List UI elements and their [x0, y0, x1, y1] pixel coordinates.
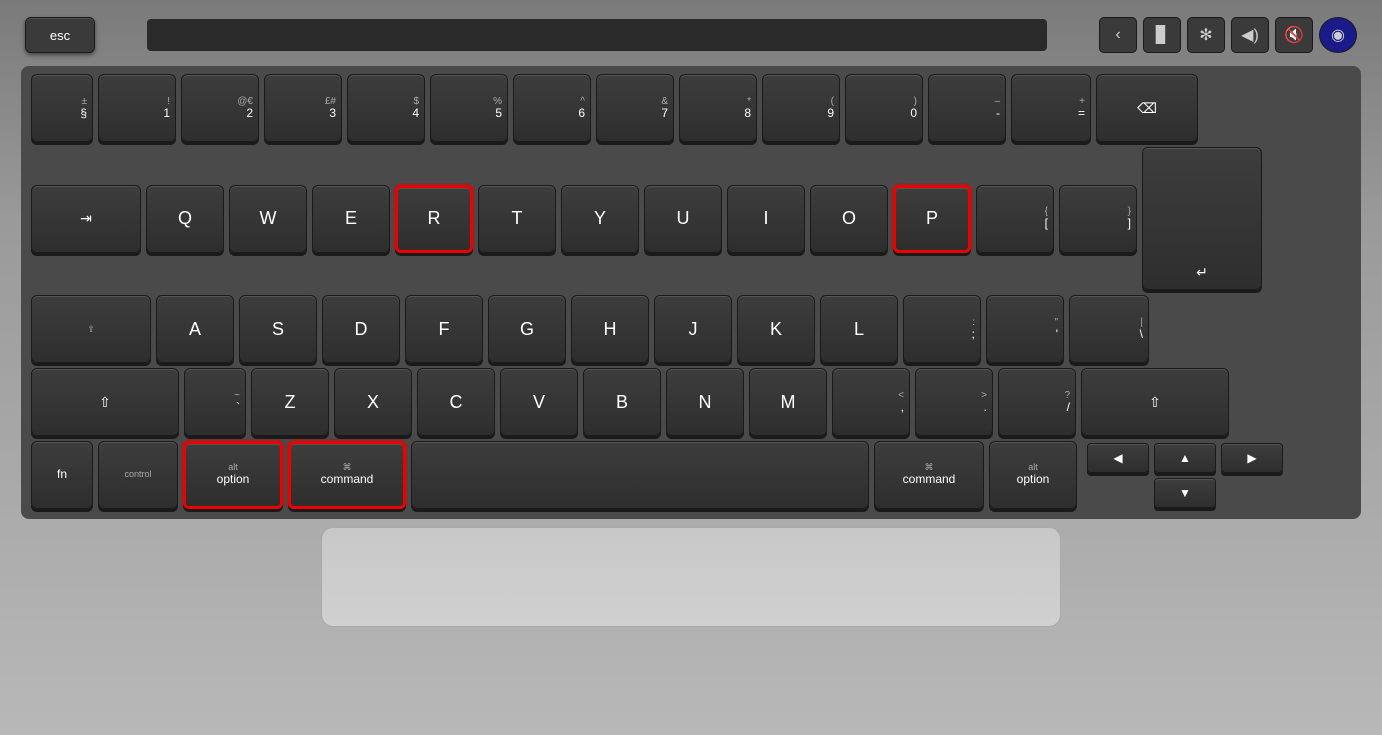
key-command-right[interactable]: ⌘ command	[874, 441, 984, 509]
key-shift-left[interactable]: ⇧	[31, 368, 179, 436]
key-a[interactable]: A	[156, 295, 234, 363]
key-n[interactable]: N	[666, 368, 744, 436]
key-minus[interactable]: – -	[928, 74, 1006, 142]
key-2[interactable]: @€ 2	[181, 74, 259, 142]
key-g[interactable]: G	[488, 295, 566, 363]
touch-bar-row: esc ‹ ▊ ✻ ◀) 🔇 ◉	[21, 10, 1361, 60]
key-f[interactable]: F	[405, 295, 483, 363]
key-j[interactable]: J	[654, 295, 732, 363]
tb-icon-siri[interactable]: ◉	[1319, 17, 1357, 53]
asdf-row: ⇪ A S D F G H J K	[31, 295, 1351, 363]
key-fn[interactable]: fn	[31, 441, 93, 509]
touch-bar-right: ‹ ▊ ✻ ◀) 🔇 ◉	[1099, 17, 1357, 53]
key-3[interactable]: £# 3	[264, 74, 342, 142]
key-7[interactable]: & 7	[596, 74, 674, 142]
key-0[interactable]: ) 0	[845, 74, 923, 142]
key-s[interactable]: S	[239, 295, 317, 363]
key-d[interactable]: D	[322, 295, 400, 363]
key-c[interactable]: C	[417, 368, 495, 436]
key-semicolon[interactable]: : ;	[903, 295, 981, 363]
key-tilde[interactable]: ± §	[31, 74, 93, 142]
key-bracket-right[interactable]: } ]	[1059, 185, 1137, 253]
key-w[interactable]: W	[229, 185, 307, 253]
key-t[interactable]: T	[478, 185, 556, 253]
keyboard-body: ± § ! 1 @€ 2 £# 3 $ 4 % 5	[21, 66, 1361, 519]
key-arrow-up[interactable]: ▲	[1154, 443, 1216, 473]
key-backslash[interactable]: | \	[1069, 295, 1149, 363]
esc-key[interactable]: esc	[25, 17, 95, 53]
tb-icon-volume[interactable]: ◀)	[1231, 17, 1269, 53]
key-4[interactable]: $ 4	[347, 74, 425, 142]
key-shift-right[interactable]: ⇧	[1081, 368, 1229, 436]
key-space[interactable]	[411, 441, 869, 509]
key-tab[interactable]: ⇥	[31, 185, 141, 253]
key-quote[interactable]: " '	[986, 295, 1064, 363]
key-6[interactable]: ^ 6	[513, 74, 591, 142]
key-h[interactable]: H	[571, 295, 649, 363]
key-r[interactable]: R	[395, 185, 473, 253]
key-command-left[interactable]: ⌘ command	[288, 441, 406, 509]
key-i[interactable]: I	[727, 185, 805, 253]
touch-bar-left: esc	[25, 17, 95, 53]
key-y[interactable]: Y	[561, 185, 639, 253]
key-m[interactable]: M	[749, 368, 827, 436]
touch-bar-strip	[147, 19, 1047, 51]
number-row: ± § ! 1 @€ 2 £# 3 $ 4 % 5	[31, 74, 1351, 142]
tb-icon-media[interactable]: ▊	[1143, 17, 1181, 53]
key-z[interactable]: Z	[251, 368, 329, 436]
key-v[interactable]: V	[500, 368, 578, 436]
key-arrow-right[interactable]: ▶	[1221, 443, 1283, 473]
zxcv-row: ⇧ ~ ` Z X C V B N	[31, 368, 1351, 436]
qwerty-row: ⇥ Q W E R T Y U I	[31, 147, 1351, 290]
key-equals[interactable]: + =	[1011, 74, 1091, 142]
key-arrow-down[interactable]: ▼	[1154, 478, 1216, 508]
trackpad[interactable]	[321, 527, 1061, 627]
key-l[interactable]: L	[820, 295, 898, 363]
key-9[interactable]: ( 9	[762, 74, 840, 142]
key-option-right[interactable]: alt option	[989, 441, 1077, 509]
key-p[interactable]: P	[893, 185, 971, 253]
key-k[interactable]: K	[737, 295, 815, 363]
arrow-cluster: ◀ ▲ ▶ ▼	[1087, 443, 1283, 508]
key-comma[interactable]: < ,	[832, 368, 910, 436]
key-o[interactable]: O	[810, 185, 888, 253]
key-capslock[interactable]: ⇪	[31, 295, 151, 363]
key-tilde2[interactable]: ~ `	[184, 368, 246, 436]
keyboard-wrap: esc ‹ ▊ ✻ ◀) 🔇 ◉ ± § ! 1 @€ 2	[0, 0, 1382, 735]
key-8[interactable]: * 8	[679, 74, 757, 142]
key-slash[interactable]: ? /	[998, 368, 1076, 436]
key-bracket-left[interactable]: { [	[976, 185, 1054, 253]
tb-icon-mute[interactable]: 🔇	[1275, 17, 1313, 53]
key-u[interactable]: U	[644, 185, 722, 253]
key-b[interactable]: B	[583, 368, 661, 436]
key-1[interactable]: ! 1	[98, 74, 176, 142]
bottom-row: fn control alt option ⌘ command ⌘ comman…	[31, 441, 1351, 509]
key-backspace[interactable]: ⌫	[1096, 74, 1198, 142]
key-option-left[interactable]: alt option	[183, 441, 283, 509]
key-5[interactable]: % 5	[430, 74, 508, 142]
key-control[interactable]: control	[98, 441, 178, 509]
key-enter[interactable]: ↵	[1142, 147, 1262, 290]
key-x[interactable]: X	[334, 368, 412, 436]
tb-icon-back[interactable]: ‹	[1099, 17, 1137, 53]
key-period[interactable]: > .	[915, 368, 993, 436]
key-q[interactable]: Q	[146, 185, 224, 253]
key-e[interactable]: E	[312, 185, 390, 253]
key-arrow-left[interactable]: ◀	[1087, 443, 1149, 473]
tb-icon-brightness[interactable]: ✻	[1187, 17, 1225, 53]
